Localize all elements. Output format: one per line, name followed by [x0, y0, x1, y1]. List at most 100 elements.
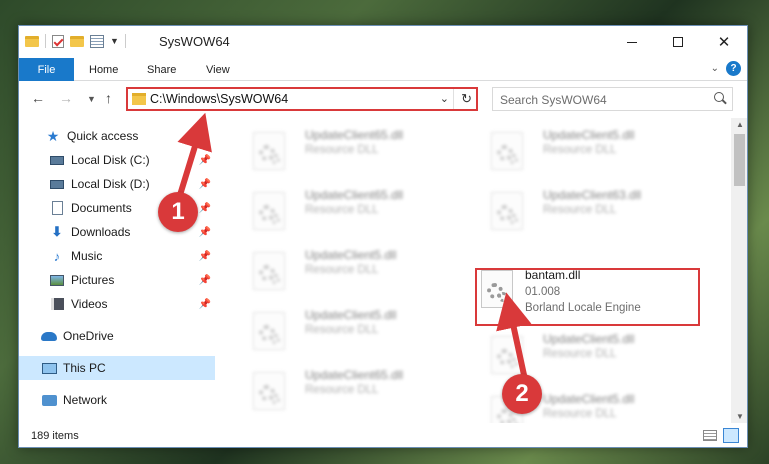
dll-file-icon	[253, 372, 285, 410]
sidebar-item-label: OneDrive	[63, 329, 114, 343]
file-item[interactable]: UpdateClient5.dll Resource DLL	[473, 122, 693, 178]
file-name: UpdateClient5.dll	[305, 308, 397, 322]
help-icon[interactable]: ?	[726, 61, 741, 76]
vertical-scrollbar[interactable]: ▲ ▼	[731, 118, 747, 423]
pin-icon[interactable]: 📌	[199, 275, 211, 286]
forward-arrow-icon[interactable]: →	[59, 90, 73, 106]
dll-file-icon	[253, 312, 285, 350]
search-placeholder: Search SysWOW64	[500, 93, 607, 107]
minimize-button[interactable]	[609, 26, 655, 58]
file-item[interactable]: UpdateClient5.dll Resource DLL	[473, 326, 693, 382]
sidebar-item-label: Documents	[71, 201, 132, 215]
file-list: UpdateClient65.dll Resource DLL UpdateCl…	[215, 118, 731, 423]
disk-icon	[49, 177, 65, 191]
file-item[interactable]: UpdateClient5.dll Resource DLL	[235, 242, 455, 298]
file-item[interactable]: UpdateClient65.dll Resource DLL	[235, 182, 455, 238]
title-bar: ▼ SysWOW64 ✕	[19, 26, 747, 58]
sidebar-item-label: Network	[63, 393, 108, 407]
pin-icon[interactable]: 📌	[199, 203, 211, 214]
file-name: UpdateClient63.dll	[543, 188, 642, 202]
music-icon: ♪	[53, 248, 61, 264]
dll-file-icon	[253, 192, 285, 230]
sidebar-item-onedrive[interactable]: OneDrive	[19, 324, 215, 348]
file-name: UpdateClient65.dll	[305, 368, 404, 382]
file-item[interactable]: UpdateClient65.dll Resource DLL	[235, 122, 455, 178]
sidebar-item-music[interactable]: ♪ Music 📌	[19, 244, 215, 268]
sidebar-item-quick-access[interactable]: ★ Quick access	[19, 124, 215, 148]
sidebar-item-network[interactable]: Network	[19, 388, 215, 412]
download-icon: ⬇	[51, 224, 63, 239]
file-explorer-window: ▼ SysWOW64 ✕ File Home Share View ⌄ ? ← …	[18, 25, 748, 448]
scroll-up-icon[interactable]: ▲	[736, 120, 744, 129]
list-properties-icon[interactable]	[90, 34, 104, 48]
refresh-icon[interactable]: ↻	[461, 91, 472, 107]
navigation-pane: ★ Quick access Local Disk (C:) 📌 Local D…	[19, 118, 215, 423]
customize-toolbar-chevron-icon[interactable]: ▼	[110, 36, 119, 46]
search-input[interactable]: Search SysWOW64	[492, 87, 733, 111]
tab-share[interactable]: Share	[147, 58, 176, 81]
maximize-button[interactable]	[655, 26, 701, 58]
minimize-icon	[627, 41, 637, 43]
file-name: UpdateClient5.dll	[543, 332, 635, 346]
recent-locations-chevron-icon[interactable]: ▼	[87, 94, 96, 104]
disk-icon	[49, 153, 65, 167]
file-description: Resource DLL	[305, 324, 379, 336]
sidebar-item-label: Local Disk (C:)	[71, 153, 150, 167]
address-bar[interactable]: C:\Windows\SysWOW64 ⌄ ↻	[126, 87, 478, 111]
tab-view[interactable]: View	[206, 58, 230, 81]
folder-icon	[25, 35, 39, 47]
new-folder-icon[interactable]	[70, 35, 84, 47]
videos-icon	[49, 297, 65, 311]
toolbar-divider	[124, 34, 126, 48]
properties-check-icon[interactable]	[52, 34, 64, 48]
back-arrow-icon[interactable]: ←	[31, 90, 45, 106]
window-title: SysWOW64	[159, 34, 230, 49]
file-item[interactable]: UpdateClient63.dll Resource DLL	[473, 182, 693, 238]
address-path: C:\Windows\SysWOW64	[150, 92, 289, 106]
highlight-box	[475, 268, 700, 326]
file-item[interactable]: UpdateClient5.dll Resource DLL	[235, 302, 455, 358]
file-description: Resource DLL	[305, 144, 379, 156]
sidebar-item-label: Local Disk (D:)	[71, 177, 150, 191]
large-icons-view-icon[interactable]	[723, 428, 739, 443]
sidebar-item-local-disk-c[interactable]: Local Disk (C:) 📌	[19, 148, 215, 172]
onedrive-icon	[41, 329, 57, 343]
scrollbar-thumb[interactable]	[734, 134, 745, 186]
pin-icon[interactable]: 📌	[199, 227, 211, 238]
step-badge-1: 1	[158, 192, 198, 232]
file-item[interactable]: UpdateClient65.dll Resource DLL	[235, 362, 455, 418]
dll-file-icon	[253, 252, 285, 290]
sidebar-item-local-disk-d[interactable]: Local Disk (D:) 📌	[19, 172, 215, 196]
sidebar-item-this-pc[interactable]: This PC	[19, 356, 215, 380]
toolbar-divider	[45, 34, 46, 48]
details-view-icon[interactable]	[703, 430, 717, 441]
sidebar-item-label: Music	[71, 249, 103, 263]
close-button[interactable]: ✕	[701, 26, 747, 58]
file-name: UpdateClient5.dll	[543, 128, 635, 142]
status-bar: 189 items	[19, 423, 747, 447]
file-description: Resource DLL	[305, 204, 379, 216]
sidebar-item-pictures[interactable]: Pictures 📌	[19, 268, 215, 292]
star-icon: ★	[46, 127, 60, 144]
sidebar-item-label: This PC	[63, 361, 106, 375]
dll-file-icon	[491, 192, 523, 230]
sidebar-item-videos[interactable]: Videos 📌	[19, 292, 215, 316]
close-icon: ✕	[717, 34, 731, 51]
file-description: Resource DLL	[543, 408, 617, 420]
sidebar-item-label: Videos	[71, 297, 108, 311]
expand-ribbon-chevron-icon[interactable]: ⌄	[711, 63, 719, 74]
address-dropdown-chevron-icon[interactable]: ⌄	[440, 92, 449, 105]
documents-icon	[49, 201, 65, 215]
pin-icon[interactable]: 📌	[199, 155, 211, 166]
tab-home[interactable]: Home	[89, 58, 118, 81]
file-description: Resource DLL	[543, 144, 617, 156]
pin-icon[interactable]: 📌	[199, 251, 211, 262]
pc-icon	[41, 361, 57, 375]
file-name: UpdateClient5.dll	[543, 392, 635, 406]
pin-icon[interactable]: 📌	[199, 299, 211, 310]
up-arrow-icon[interactable]: ↑	[105, 90, 112, 106]
pin-icon[interactable]: 📌	[199, 179, 211, 190]
tab-file[interactable]: File	[19, 58, 74, 81]
file-name: UpdateClient65.dll	[305, 128, 404, 142]
scroll-down-icon[interactable]: ▼	[736, 412, 744, 421]
